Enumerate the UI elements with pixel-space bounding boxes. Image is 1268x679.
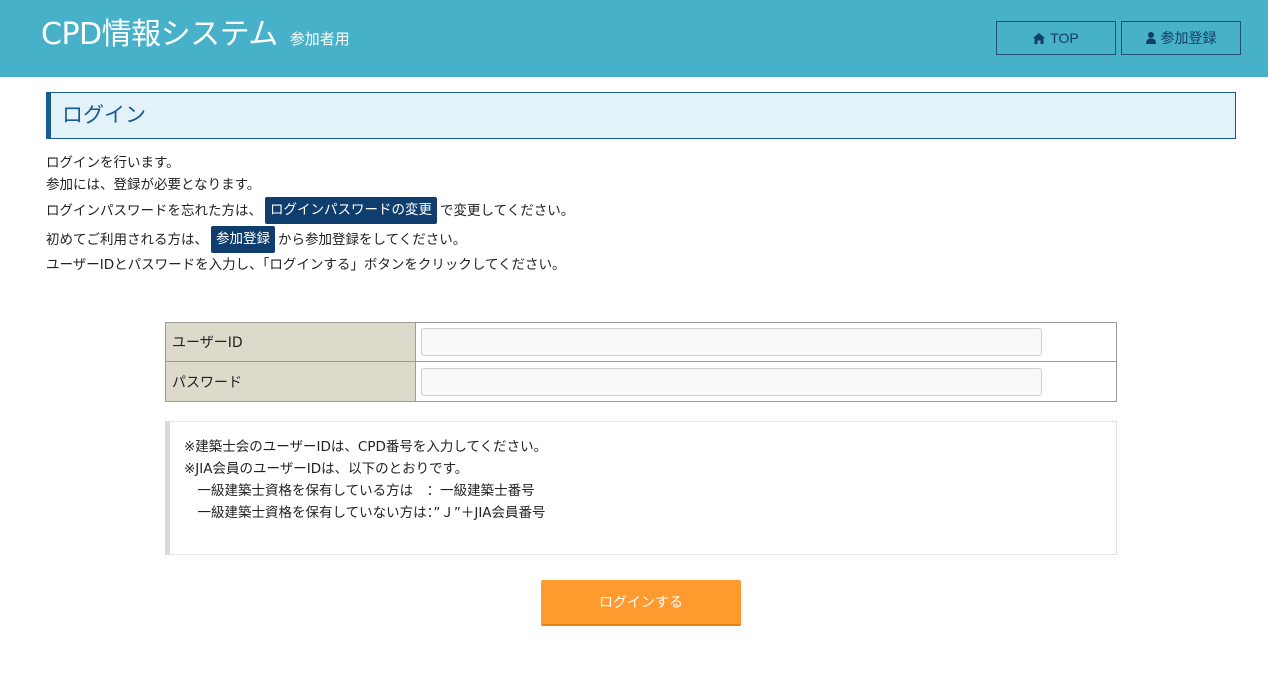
user-id-input[interactable] [421,328,1042,356]
intro-text-segment: ログインパスワードを忘れた方は、 [46,202,262,219]
intro-text-segment: 初めてご利用される方は、 [46,231,208,248]
home-icon [1033,32,1046,44]
note-line: ※JIA会員のユーザーIDは、以下のとおりです。 [184,461,469,477]
top-nav-button[interactable]: TOP [996,21,1116,55]
password-input[interactable] [421,367,1042,396]
password-label: パスワード [166,362,416,401]
site-header: CPD情報システム 参加者用 TOP 参加登録 [0,0,1268,77]
intro-line: 参加には、登録が必要となります。 [46,177,261,193]
page-title: ログイン [46,92,1236,139]
password-cell [416,362,1116,401]
user-id-cell [416,323,1116,361]
note-line: 一級建築士資格を保有していない方は：”Ｊ”＋JIA会員番号 [184,505,546,521]
intro-line-password: ログインパスワードを忘れた方は、 ログインパスワードの変更 で変更してください。 [46,196,574,225]
intro-text: ログインを行います。 参加には、登録が必要となります。 ログインパスワードを忘れ… [46,152,574,276]
password-row: パスワード [166,362,1116,401]
register-nav-label: 参加登録 [1160,30,1217,46]
site-subtitle: 参加者用 [289,30,350,48]
user-id-note: ※建築士会のユーザーIDは、CPD番号を入力してください。 ※JIA会員のユーザ… [165,421,1117,555]
intro-line: ログインを行います。 [46,155,180,171]
intro-text-segment: から参加登録をしてください。 [278,231,467,248]
brand: CPD情報システム 参加者用 [41,16,350,54]
login-form: ユーザーID パスワード [165,322,1117,402]
user-id-label: ユーザーID [166,323,416,361]
user-id-row: ユーザーID [166,323,1116,362]
note-line: ※建築士会のユーザーIDは、CPD番号を入力してください。 [184,439,548,455]
register-nav-button[interactable]: 参加登録 [1121,21,1241,55]
intro-text-segment: で変更してください。 [440,202,575,219]
user-icon [1145,32,1156,44]
site-title: CPD情報システム [41,17,278,52]
note-line: 一級建築士資格を保有している方は ：一級建築士番号 [184,483,535,499]
top-nav-label: TOP [1050,30,1079,46]
register-link[interactable]: 参加登録 [211,226,275,253]
login-button[interactable]: ログインする [541,580,741,626]
intro-line-register: 初めてご利用される方は、 参加登録 から参加登録をしてください。 [46,225,574,254]
change-password-link[interactable]: ログインパスワードの変更 [265,197,437,224]
intro-line: ユーザーIDとパスワードを入力し、「ログインする」ボタンをクリックしてください。 [46,257,566,273]
